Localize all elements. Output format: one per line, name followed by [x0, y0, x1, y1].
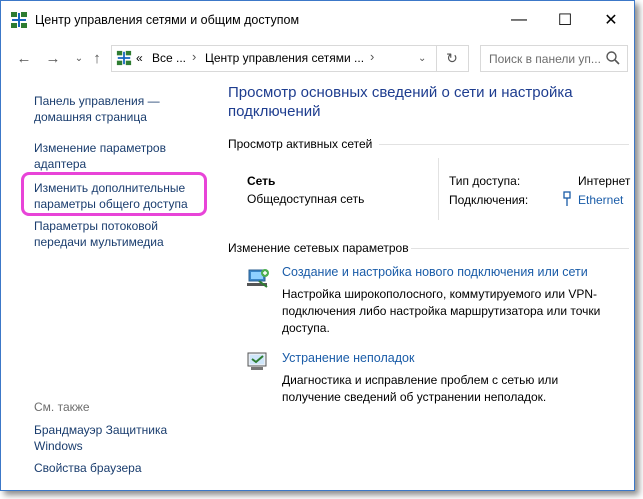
search-box[interactable]: Поиск в панели уп...	[480, 45, 628, 72]
breadcrumb-all[interactable]: Все ...	[152, 51, 186, 65]
maximize-button[interactable]: ☐	[542, 1, 588, 39]
window-title: Центр управления сетями и общим доступом	[35, 13, 300, 27]
sidebar: Панель управления — домашняя страница Из…	[1, 76, 211, 490]
ethernet-link[interactable]: Ethernet	[578, 193, 623, 207]
highlight-frame	[21, 172, 207, 216]
breadcrumb-separator: ›	[192, 49, 197, 64]
active-networks-heading: Просмотр активных сетей	[228, 137, 373, 151]
network-name: Сеть	[247, 174, 276, 188]
forward-button[interactable]: →	[41, 46, 65, 70]
troubleshoot-link[interactable]: Устранение неполадок	[282, 351, 414, 365]
back-button[interactable]: ←	[12, 46, 36, 70]
minimize-button[interactable]: —	[496, 1, 542, 39]
navigation-bar: ← → ⌄ ↑ « Все ... › Центр управления сет…	[1, 40, 634, 76]
sidebar-item-browser-properties[interactable]: Свойства браузера	[34, 460, 204, 476]
see-also-heading: См. также	[34, 400, 90, 414]
sidebar-item-media-streaming[interactable]: Параметры потоковой передачи мультимедиа	[34, 218, 204, 250]
search-input[interactable]: Поиск в панели уп...	[489, 52, 601, 66]
network-center-icon	[116, 50, 132, 66]
new-connection-icon	[247, 269, 269, 288]
divider	[379, 144, 629, 145]
divider	[438, 158, 439, 220]
page-title: Просмотр основных сведений о сети и наст…	[228, 84, 573, 120]
close-button[interactable]: ✕	[588, 1, 634, 39]
address-dropdown-button[interactable]: ⌄	[418, 53, 426, 64]
search-icon[interactable]	[605, 50, 621, 66]
sidebar-item-adapter-settings[interactable]: Изменение параметров адаптера	[34, 140, 204, 172]
sidebar-item-firewall[interactable]: Брандмауэр Защитника Windows	[34, 422, 204, 454]
network-type: Общедоступная сеть	[247, 192, 365, 206]
troubleshoot-description: Диагностика и исправление проблем с сеть…	[282, 373, 559, 404]
up-button[interactable]: ↑	[85, 46, 109, 70]
window: Центр управления сетями и общим доступом…	[0, 0, 635, 491]
troubleshoot-icon	[247, 352, 267, 370]
access-type-label: Тип доступа:	[449, 174, 521, 188]
address-bar[interactable]: « Все ... › Центр управления сетями ... …	[111, 45, 469, 72]
address-prefix[interactable]: «	[136, 51, 143, 65]
new-connection-link[interactable]: Создание и настройка нового подключения …	[282, 265, 588, 279]
connections-label: Подключения:	[449, 193, 529, 207]
breadcrumb-separator: ›	[370, 49, 375, 64]
change-settings-heading: Изменение сетевых параметров	[228, 241, 409, 255]
new-connection-description: Настройка широкополосного, коммутируемог…	[282, 287, 601, 335]
divider	[411, 248, 629, 249]
network-center-icon	[11, 12, 27, 28]
title-bar: Центр управления сетями и общим доступом…	[1, 1, 634, 39]
access-type-value: Интернет	[578, 174, 631, 188]
sidebar-item-control-panel-home[interactable]: Панель управления — домашняя страница	[34, 93, 204, 125]
breadcrumb-network-center[interactable]: Центр управления сетями ...	[205, 51, 364, 65]
ethernet-icon	[563, 191, 571, 206]
refresh-button[interactable]: ↻	[436, 46, 467, 71]
